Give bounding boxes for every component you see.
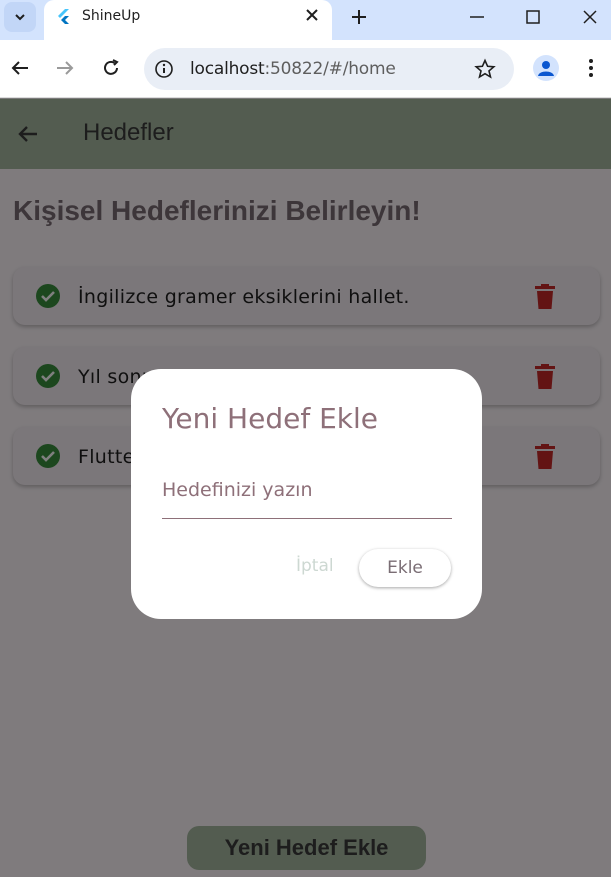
browser-tab-bar: ShineUp (0, 0, 611, 40)
forward-arrow-icon[interactable] (54, 57, 76, 79)
site-info-icon[interactable] (153, 58, 175, 80)
close-icon[interactable] (304, 7, 320, 23)
person-icon (538, 61, 554, 76)
window-close-icon[interactable] (579, 6, 601, 28)
cancel-button[interactable]: İptal (296, 556, 334, 576)
url-text: localhost:50822/#/home (190, 59, 396, 79)
tab-title: ShineUp (82, 8, 141, 24)
bookmark-star-icon[interactable] (474, 58, 496, 80)
flutter-logo-icon (58, 9, 69, 24)
browser-toolbar: localhost:50822/#/home (0, 40, 611, 98)
goal-input[interactable] (162, 465, 452, 519)
url-path: :50822/#/home (264, 59, 396, 79)
chevron-down-icon (15, 14, 25, 21)
tab-search-button[interactable] (4, 2, 36, 32)
address-bar[interactable]: localhost:50822/#/home (144, 48, 514, 90)
more-vert-icon[interactable] (582, 56, 600, 80)
maximize-icon[interactable] (522, 6, 544, 28)
back-arrow-icon[interactable] (9, 57, 31, 79)
profile-avatar[interactable] (533, 55, 559, 81)
add-goal-dialog: Yeni Hedef Ekle İptal Ekle (131, 369, 482, 619)
new-tab-plus-icon[interactable] (348, 6, 370, 28)
browser-tab[interactable]: ShineUp (44, 0, 332, 40)
url-host: localhost (190, 59, 265, 79)
reload-icon[interactable] (100, 57, 122, 79)
minimize-icon[interactable] (466, 6, 488, 28)
add-button[interactable]: Ekle (359, 549, 451, 587)
dialog-title: Yeni Hedef Ekle (162, 402, 378, 435)
